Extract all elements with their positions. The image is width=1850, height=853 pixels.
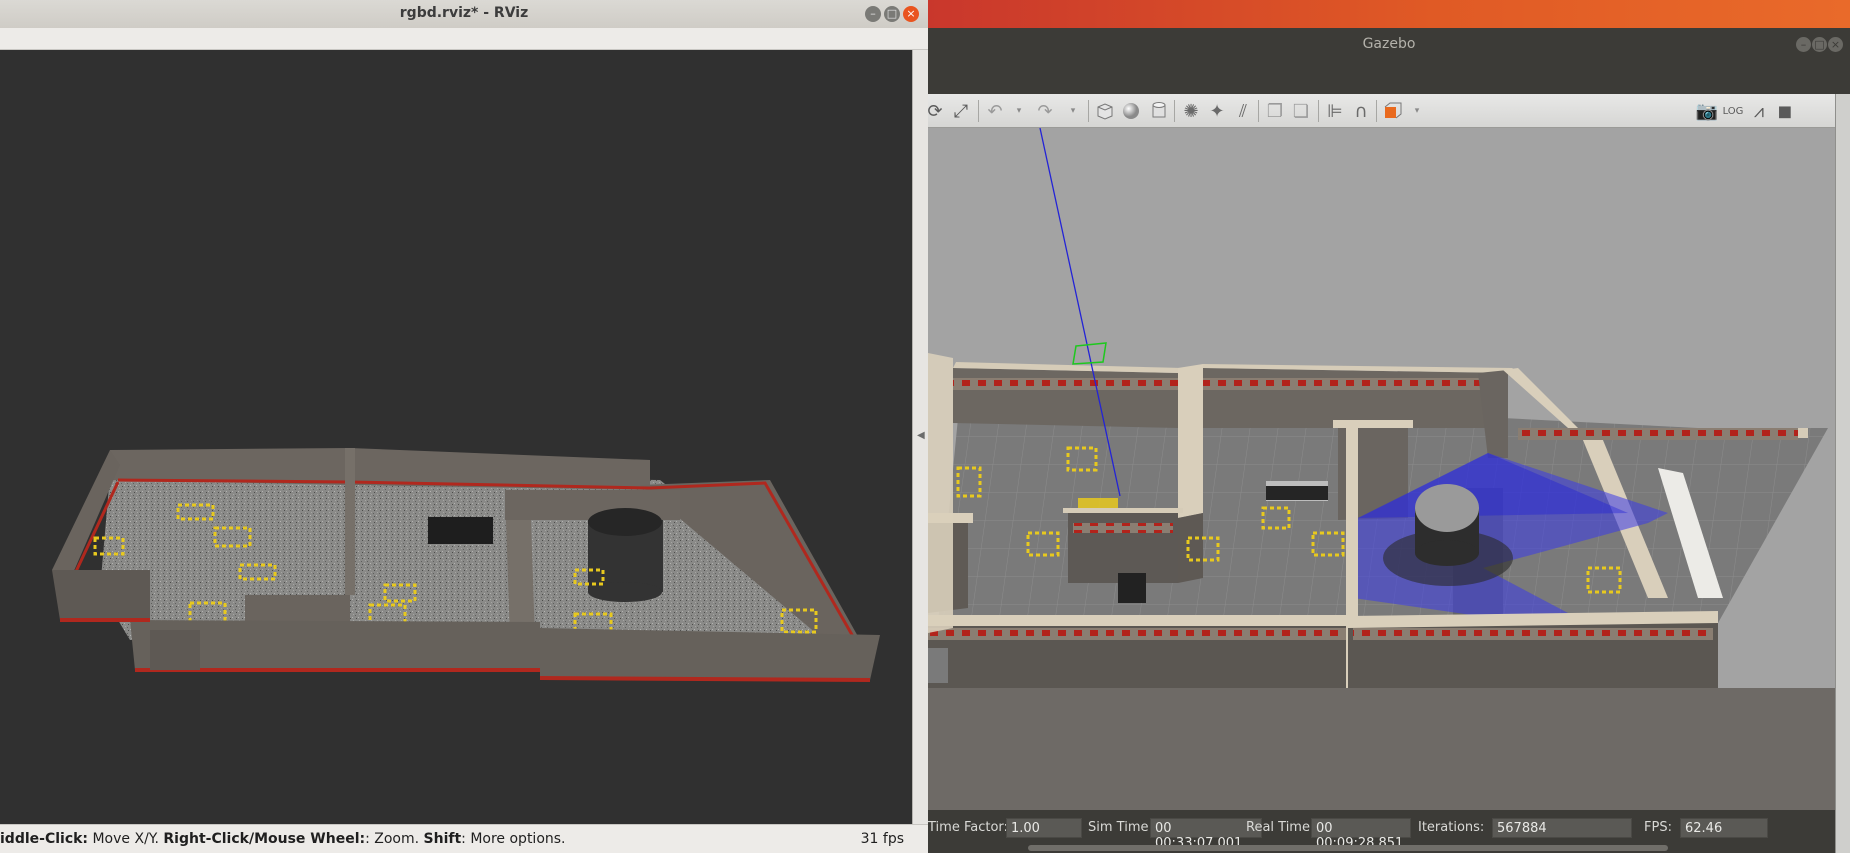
- rviz-3d-view[interactable]: [0, 50, 912, 824]
- plot-icon[interactable]: ⩘: [1748, 101, 1770, 122]
- rviz-status-bar: iddle-Click: Move X/Y. Right-Click/Mouse…: [0, 824, 928, 853]
- point-light-icon[interactable]: ✺: [1180, 101, 1202, 122]
- help-key-right-click: Right-Click/Mouse Wheel:: [163, 831, 366, 847]
- gazebo-window: Gazebo – □ × ⟳ ⤢ ↶ ▾ ↷ ▾ ✺ ✦ ⫽ ❐ ❏ ⊫ ∩ ▾…: [927, 28, 1850, 853]
- close-icon[interactable]: ×: [903, 6, 919, 22]
- gazebo-status-bar: Time Factor: 1.00 Sim Time: 00 00:33:07.…: [928, 810, 1835, 853]
- rviz-menubar: [0, 28, 928, 50]
- align-icon[interactable]: ⊫: [1324, 101, 1346, 122]
- help-text-move: Move X/Y.: [88, 831, 164, 847]
- real-time-label: Real Time:: [1246, 820, 1315, 835]
- toolbar-separator: [1376, 100, 1377, 122]
- view-chevron-icon[interactable]: ▾: [1406, 101, 1428, 121]
- undo-icon[interactable]: ↶: [984, 101, 1006, 122]
- iterations-label: Iterations:: [1418, 820, 1485, 835]
- box-shape-icon[interactable]: [1094, 101, 1116, 121]
- copy-icon[interactable]: ❐: [1264, 101, 1286, 122]
- close-icon[interactable]: ×: [1828, 37, 1843, 52]
- gazebo-right-panel-handle[interactable]: [1835, 94, 1850, 853]
- log-icon[interactable]: LOG: [1722, 101, 1744, 121]
- maximize-icon[interactable]: □: [1812, 37, 1827, 52]
- spot-light-icon[interactable]: ✦: [1206, 101, 1228, 122]
- rviz-fps-readout: 31 fps: [860, 831, 904, 847]
- cylinder-shape-icon[interactable]: [1148, 101, 1170, 121]
- help-key-middle-click: iddle-Click:: [0, 831, 89, 847]
- rviz-window-title: rgbd.rviz* - RViz: [399, 5, 529, 21]
- real-time-field: 00 00:09:28.851: [1311, 818, 1411, 851]
- minimize-icon[interactable]: –: [865, 6, 881, 22]
- minimize-icon[interactable]: –: [1796, 37, 1811, 52]
- gazebo-3d-scene[interactable]: [928, 128, 1835, 810]
- redo-history-chevron-icon[interactable]: ▾: [1062, 101, 1084, 121]
- desktop-top-bar: [928, 0, 1850, 28]
- toolbar-separator: [978, 100, 979, 122]
- directional-light-icon[interactable]: ⫽: [1232, 101, 1254, 122]
- collapse-arrow-icon[interactable]: ◀: [917, 430, 925, 441]
- redo-icon[interactable]: ↷: [1034, 101, 1056, 122]
- fps-label: FPS:: [1644, 820, 1672, 835]
- mouse-help-text: iddle-Click: Move X/Y. Right-Click/Mouse…: [0, 831, 566, 847]
- video-record-icon[interactable]: ◼: [1774, 101, 1796, 122]
- help-key-shift: Shift: [423, 831, 462, 847]
- undo-history-chevron-icon[interactable]: ▾: [1008, 101, 1030, 121]
- scale-mode-icon[interactable]: ⤢: [950, 101, 972, 122]
- toolbar-separator: [1258, 100, 1259, 122]
- gazebo-menu-area: [928, 60, 1850, 94]
- help-text-zoom: : Zoom.: [365, 831, 424, 847]
- screenshot-camera-icon[interactable]: 📷: [1696, 101, 1718, 122]
- rviz-window: rgbd.rviz* - RViz – □ × ◀ iddle-Click: M…: [0, 0, 928, 853]
- snap-magnet-icon[interactable]: ∩: [1350, 101, 1372, 122]
- status-horizontal-scrollbar[interactable]: [1028, 845, 1668, 851]
- iterations-field: 567884: [1492, 818, 1632, 838]
- gazebo-toolbar: ⟳ ⤢ ↶ ▾ ↷ ▾ ✺ ✦ ⫽ ❐ ❏ ⊫ ∩ ▾ 📷 LOG ⩘ ◼: [927, 94, 1835, 128]
- time-factor-field: 1.00: [1006, 818, 1082, 838]
- toolbar-separator: [1088, 100, 1089, 122]
- gazebo-titlebar[interactable]: Gazebo – □ ×: [928, 28, 1850, 60]
- time-factor-label: Time Factor:: [928, 820, 1008, 835]
- toolbar-separator: [1174, 100, 1175, 122]
- change-view-icon[interactable]: [1382, 101, 1404, 121]
- toolbar-separator: [1318, 100, 1319, 122]
- paste-icon[interactable]: ❏: [1290, 101, 1312, 122]
- sphere-shape-icon[interactable]: [1120, 101, 1142, 121]
- help-text-more-options: : More options.: [461, 831, 566, 847]
- maximize-icon[interactable]: □: [884, 6, 900, 22]
- fps-field: 62.46: [1680, 818, 1768, 838]
- rviz-titlebar[interactable]: rgbd.rviz* - RViz – □ ×: [0, 0, 928, 28]
- gazebo-window-title: Gazebo: [1362, 36, 1416, 52]
- sim-time-label: Sim Time:: [1088, 820, 1153, 835]
